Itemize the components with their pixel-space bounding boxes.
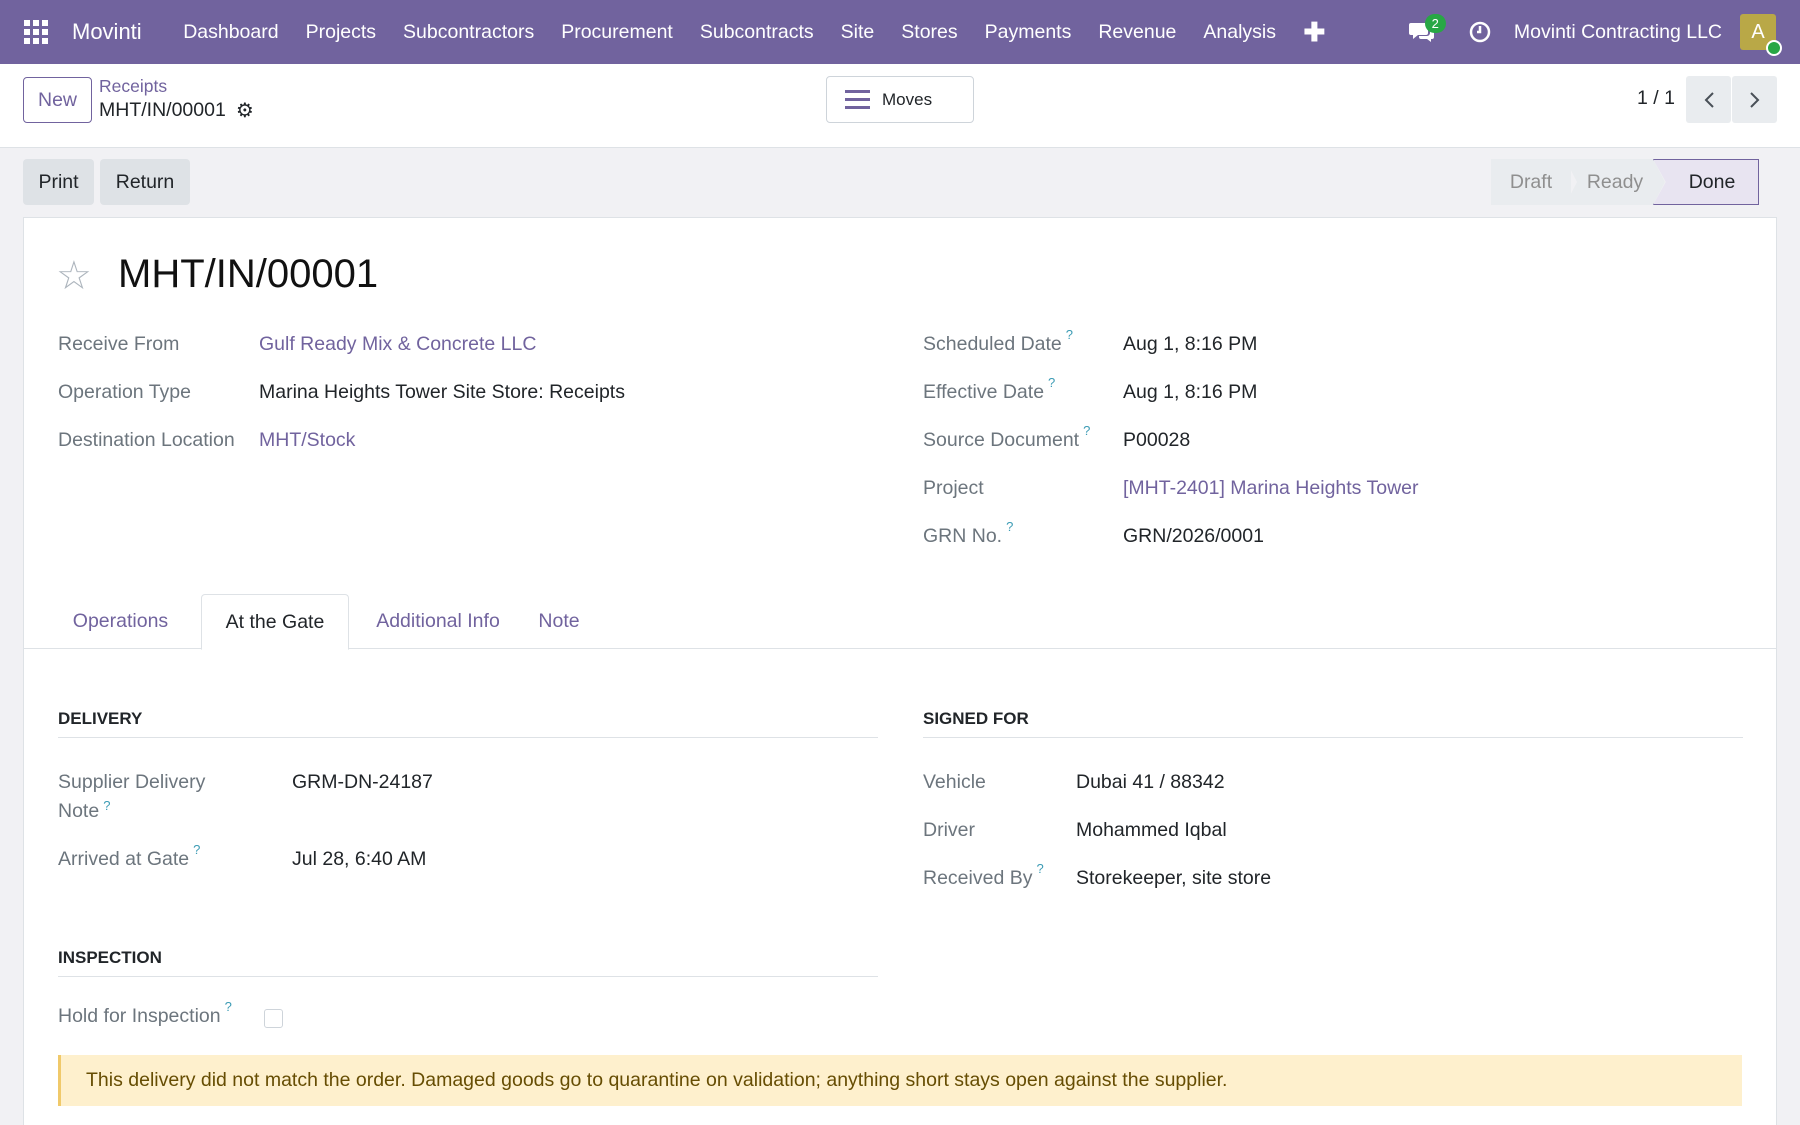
pager-previous-button[interactable] — [1686, 76, 1731, 123]
supplier-delivery-note-value: GRM-DN-24187 — [292, 771, 433, 793]
moves-smart-button[interactable]: Moves — [826, 76, 974, 123]
received-by-value: Storekeeper, site store — [1076, 867, 1272, 889]
grn-value: GRN/2026/0001 — [1123, 525, 1264, 547]
scheduled-date-value: Aug 1, 8:16 PM — [1123, 333, 1258, 355]
breadcrumb-receipts[interactable]: Receipts — [99, 76, 167, 97]
help-tooltip-icon[interactable]: ? — [1066, 327, 1073, 342]
messages-icon[interactable]: 2 — [1400, 0, 1446, 64]
hold-for-inspection-label: Hold for Inspection? — [58, 999, 232, 1027]
print-button[interactable]: Print — [23, 159, 94, 205]
arrived-at-gate-value: Jul 28, 6:40 AM — [292, 848, 427, 870]
effective-date-label: Effective Date? — [923, 375, 1056, 403]
menu-subcontracts[interactable]: Subcontracts — [686, 0, 827, 64]
receive-from-link[interactable]: Gulf Ready Mix & Concrete LLC — [259, 333, 536, 356]
apps-grid-icon[interactable] — [0, 0, 72, 64]
menu-payments[interactable]: Payments — [971, 0, 1085, 64]
stage-ready: Ready — [1565, 159, 1665, 205]
main-menu: Dashboard Projects Subcontractors Procur… — [170, 0, 1340, 64]
help-tooltip-icon[interactable]: ? — [1048, 375, 1055, 390]
form-statusbar: Print Return Draft Ready Done — [0, 148, 1800, 216]
plus-icon[interactable]: ✚ — [1290, 0, 1340, 64]
vehicle-value: Dubai 41 / 88342 — [1076, 771, 1225, 793]
control-panel: New Receipts MHT/IN/00001 ⚙ Moves 1 / 1 — [0, 64, 1800, 148]
hold-for-inspection-checkbox[interactable] — [264, 1009, 283, 1028]
received-by-label: Received By? — [923, 861, 1044, 889]
tab-at-the-gate[interactable]: At the Gate — [201, 594, 349, 650]
arrived-at-gate-label: Arrived at Gate? — [58, 842, 201, 870]
supplier-delivery-note-label: Supplier Delivery Note? — [58, 771, 206, 822]
avatar-initial: A — [1751, 20, 1765, 43]
menu-projects[interactable]: Projects — [292, 0, 389, 64]
project-label: Project — [923, 477, 984, 499]
pager-next-button[interactable] — [1732, 76, 1777, 123]
online-status-icon — [1766, 40, 1782, 56]
operation-type-value: Marina Heights Tower Site Store: Receipt… — [259, 381, 625, 403]
grn-label: GRN No.? — [923, 519, 1014, 547]
signed-for-section-title: Signed For — [923, 709, 1743, 738]
user-avatar[interactable]: A — [1740, 14, 1782, 56]
mismatch-alert: This delivery did not match the order. D… — [58, 1055, 1742, 1106]
tab-additional-info[interactable]: Additional Info — [369, 594, 507, 649]
breadcrumb-current-record: MHT/IN/00001 ⚙ — [99, 99, 254, 122]
destination-link[interactable]: MHT/Stock — [259, 429, 355, 452]
help-tooltip-icon[interactable]: ? — [1083, 423, 1090, 438]
inspection-section-title: Inspection — [58, 948, 878, 977]
source-document-label: Source Document? — [923, 423, 1091, 451]
driver-value: Mohammed Iqbal — [1076, 819, 1227, 841]
top-navbar: Movinti Dashboard Projects Subcontractor… — [0, 0, 1800, 64]
scheduled-date-label: Scheduled Date? — [923, 327, 1074, 355]
moves-label: Moves — [882, 89, 933, 109]
tab-operations[interactable]: Operations — [58, 594, 183, 649]
menu-analysis[interactable]: Analysis — [1190, 0, 1290, 64]
vehicle-label: Vehicle — [923, 771, 986, 793]
list-icon — [845, 90, 870, 109]
chevron-right-icon — [1749, 91, 1759, 108]
menu-dashboard[interactable]: Dashboard — [170, 0, 292, 64]
help-tooltip-icon[interactable]: ? — [1006, 519, 1013, 534]
driver-label: Driver — [923, 819, 975, 841]
messages-count-badge: 2 — [1424, 14, 1446, 33]
form-sheet: ☆ MHT/IN/00001 Receive From Gulf Ready M… — [23, 217, 1777, 1125]
company-switcher[interactable]: Movinti Contracting LLC — [1502, 21, 1740, 44]
help-tooltip-icon[interactable]: ? — [225, 999, 232, 1014]
project-link[interactable]: [MHT-2401] Marina Heights Tower — [1123, 477, 1419, 500]
status-stages: Draft Ready Done — [1491, 159, 1759, 205]
stage-draft: Draft — [1491, 159, 1571, 205]
record-name: MHT/IN/00001 — [99, 99, 226, 121]
help-tooltip-icon[interactable]: ? — [1036, 861, 1043, 876]
menu-stores[interactable]: Stores — [888, 0, 971, 64]
new-button[interactable]: New — [23, 77, 92, 123]
gear-icon[interactable]: ⚙ — [236, 101, 254, 121]
pager-value[interactable]: 1 / 1 — [1637, 87, 1675, 110]
record-title: MHT/IN/00001 — [118, 252, 379, 296]
return-button[interactable]: Return — [100, 159, 190, 205]
menu-procurement[interactable]: Procurement — [548, 0, 687, 64]
destination-label: Destination Location — [58, 429, 235, 451]
tab-note[interactable]: Note — [524, 594, 594, 649]
activity-clock-icon[interactable] — [1458, 0, 1502, 64]
stage-done-current: Done — [1653, 159, 1759, 205]
help-tooltip-icon[interactable]: ? — [103, 798, 110, 813]
menu-subcontractors[interactable]: Subcontractors — [390, 0, 548, 64]
effective-date-value: Aug 1, 8:16 PM — [1123, 381, 1258, 403]
menu-revenue[interactable]: Revenue — [1085, 0, 1190, 64]
operation-type-label: Operation Type — [58, 381, 191, 403]
menu-site[interactable]: Site — [827, 0, 888, 64]
source-document-value: P00028 — [1123, 429, 1191, 451]
notebook-tabs: Operations At the Gate Additional Info N… — [24, 594, 1776, 650]
chevron-left-icon — [1704, 91, 1714, 108]
receive-from-label: Receive From — [58, 333, 180, 355]
help-tooltip-icon[interactable]: ? — [193, 842, 200, 857]
app-brand[interactable]: Movinti — [72, 19, 156, 45]
star-icon[interactable]: ☆ — [56, 256, 92, 296]
delivery-section-title: Delivery — [58, 709, 878, 738]
